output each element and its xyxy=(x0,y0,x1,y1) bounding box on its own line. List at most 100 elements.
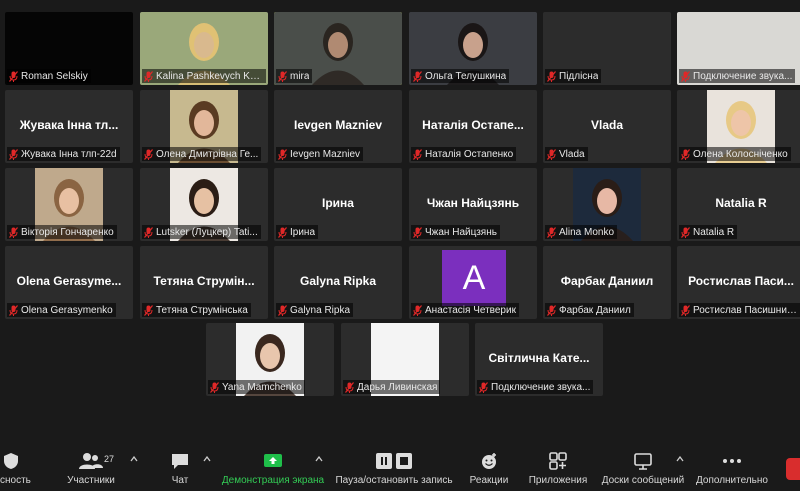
muted-mic-icon xyxy=(547,226,556,238)
participant-name-label: Подключение звука... xyxy=(679,69,796,83)
muted-mic-icon xyxy=(9,304,18,316)
participant-tile[interactable]: Vlada Vlada xyxy=(543,90,671,163)
participant-name-label: mira xyxy=(276,69,313,83)
participant-display-name: Фарбак Даниил xyxy=(560,274,654,288)
participant-name: Тетяна Струмінська xyxy=(156,304,248,316)
participant-name: mira xyxy=(290,70,310,82)
participant-name: Олена Колосніченко xyxy=(693,148,788,160)
whiteboards-button[interactable]: Доски сообщений xyxy=(598,446,688,491)
muted-mic-icon xyxy=(547,304,556,316)
participant-tile[interactable]: Підлісна xyxy=(543,12,671,85)
muted-mic-icon xyxy=(144,148,153,160)
participant-name-label: Yana Mamchenko xyxy=(208,380,305,394)
participant-tile[interactable]: Ольга Телушкина xyxy=(409,12,537,85)
meeting-toolbar: сность 27 Участники Чат Демонстрация экр… xyxy=(0,446,800,491)
apps-button[interactable]: Приложения xyxy=(526,446,590,491)
participant-tile[interactable]: Roman Selskiy xyxy=(5,12,133,85)
participant-name-label: Ievgen Mazniev xyxy=(276,147,364,161)
more-dots-icon xyxy=(723,459,741,463)
participant-name-label: Alina Monko xyxy=(545,225,618,239)
participants-label: Участники xyxy=(67,475,115,486)
chat-caret-icon[interactable] xyxy=(203,456,211,462)
participant-name: Ievgen Mazniev xyxy=(290,148,361,160)
participant-name: Ірина xyxy=(290,226,316,238)
participant-tile[interactable]: Lutsker (Луцкер) Tati... xyxy=(140,168,268,241)
participant-name: Наталія Остапенко xyxy=(425,148,514,160)
record-button[interactable]: Пауза/остановить запись xyxy=(332,446,456,491)
share-screen-button[interactable]: Демонстрация экрана xyxy=(218,446,328,491)
muted-mic-icon xyxy=(210,381,219,393)
participant-tile[interactable]: Дарья Ливинская xyxy=(341,323,469,396)
participant-name-label: Vlada xyxy=(545,147,588,161)
participant-tile[interactable]: Galyna Ripka Galyna Ripka xyxy=(274,246,402,319)
participant-tile[interactable]: Жувака Інна тл... Жувака Інна тлп-22d xyxy=(5,90,133,163)
participant-display-name: Жувака Інна тл... xyxy=(19,118,119,132)
participant-name-label: Наталія Остапенко xyxy=(411,147,517,161)
avatar: A xyxy=(442,250,506,306)
participant-tile[interactable]: Ірина Ірина xyxy=(274,168,402,241)
participant-name-label: Жувака Інна тлп-22d xyxy=(7,147,120,161)
participants-button[interactable]: 27 Участники xyxy=(62,446,120,491)
muted-mic-icon xyxy=(278,226,287,238)
apps-label: Приложения xyxy=(528,475,588,486)
chat-icon xyxy=(172,454,188,469)
participant-tile[interactable]: A Анастасія Четверик xyxy=(409,246,537,319)
participant-name: Подключение звука... xyxy=(491,381,591,393)
muted-mic-icon xyxy=(345,381,354,393)
participant-name-label: Підлісна xyxy=(545,69,602,83)
participants-caret-icon[interactable] xyxy=(130,456,138,462)
participant-tile[interactable]: Олена Дмитрівна Ге... xyxy=(140,90,268,163)
whiteboards-caret-icon[interactable] xyxy=(676,456,684,462)
reactions-button[interactable]: Реакции xyxy=(466,446,512,491)
participant-name-label: Kalina Pashkevych KNUT... xyxy=(142,69,266,83)
more-label: Дополнительно xyxy=(696,475,768,486)
muted-mic-icon xyxy=(144,70,153,82)
participant-tile[interactable]: Світлична Кате... Подключение звука... xyxy=(475,323,603,396)
participant-tile[interactable]: Подключение звука... xyxy=(677,12,800,85)
participant-name-label: Natalia R xyxy=(679,225,738,239)
participant-tile[interactable]: Ростислав Паси... Ростислав Пасишниченко xyxy=(677,246,800,319)
muted-mic-icon xyxy=(479,381,488,393)
participant-display-name: Olena Gerasyme... xyxy=(16,274,122,288)
participant-tile[interactable]: Чжан Найцзянь Чжан Найцзянь xyxy=(409,168,537,241)
participant-tile[interactable]: Олена Колосніченко xyxy=(677,90,800,163)
participant-tile[interactable]: Ievgen Mazniev Ievgen Mazniev xyxy=(274,90,402,163)
participant-tile[interactable]: Вікторія Гончаренко xyxy=(5,168,133,241)
participant-name-label: Олена Колосніченко xyxy=(679,147,791,161)
participant-name-label: Roman Selskiy xyxy=(7,69,91,83)
participant-display-name: Natalia R xyxy=(715,196,767,210)
participant-tile[interactable]: Alina Monko xyxy=(543,168,671,241)
emoji-icon xyxy=(482,453,496,469)
participant-tile[interactable]: Kalina Pashkevych KNUT... xyxy=(140,12,268,85)
participant-name: Alina Monko xyxy=(559,226,615,238)
participant-display-name: Ірина xyxy=(322,196,354,210)
participant-name: Galyna Ripka xyxy=(290,304,351,316)
reactions-label: Реакции xyxy=(469,475,509,486)
muted-mic-icon xyxy=(9,148,18,160)
end-button-edge[interactable] xyxy=(786,458,800,480)
muted-mic-icon xyxy=(547,148,556,160)
participant-tile[interactable]: Фарбак Даниил Фарбак Даниил xyxy=(543,246,671,319)
share-caret-icon[interactable] xyxy=(315,456,323,462)
participant-name: Lutsker (Луцкер) Tati... xyxy=(156,226,258,238)
more-button[interactable]: Дополнительно xyxy=(692,446,772,491)
participant-tile[interactable]: Наталія Остапе... Наталія Остапенко xyxy=(409,90,537,163)
participants-icon xyxy=(79,453,103,469)
muted-mic-icon xyxy=(9,226,18,238)
participant-tile[interactable]: Тетяна Струмін... Тетяна Струмінська xyxy=(140,246,268,319)
muted-mic-icon xyxy=(278,148,287,160)
participant-name-label: Ростислав Пасишниченко xyxy=(679,303,800,317)
security-button[interactable]: сность xyxy=(0,446,40,491)
participant-tile[interactable]: Natalia R Natalia R xyxy=(677,168,800,241)
participant-tile[interactable]: Yana Mamchenko xyxy=(206,323,334,396)
participant-tile[interactable]: Olena Gerasyme... Olena Gerasymenko xyxy=(5,246,133,319)
participant-name: Ольга Телушкина xyxy=(425,70,507,82)
participant-name: Олена Дмитрівна Ге... xyxy=(156,148,259,160)
muted-mic-icon xyxy=(9,70,18,82)
participant-tile[interactable]: mira xyxy=(274,12,402,85)
chat-button[interactable]: Чат xyxy=(160,446,200,491)
participant-name-label: Ірина xyxy=(276,225,319,239)
participant-name: Підлісна xyxy=(559,70,599,82)
muted-mic-icon xyxy=(278,304,287,316)
participants-count: 27 xyxy=(104,454,115,464)
